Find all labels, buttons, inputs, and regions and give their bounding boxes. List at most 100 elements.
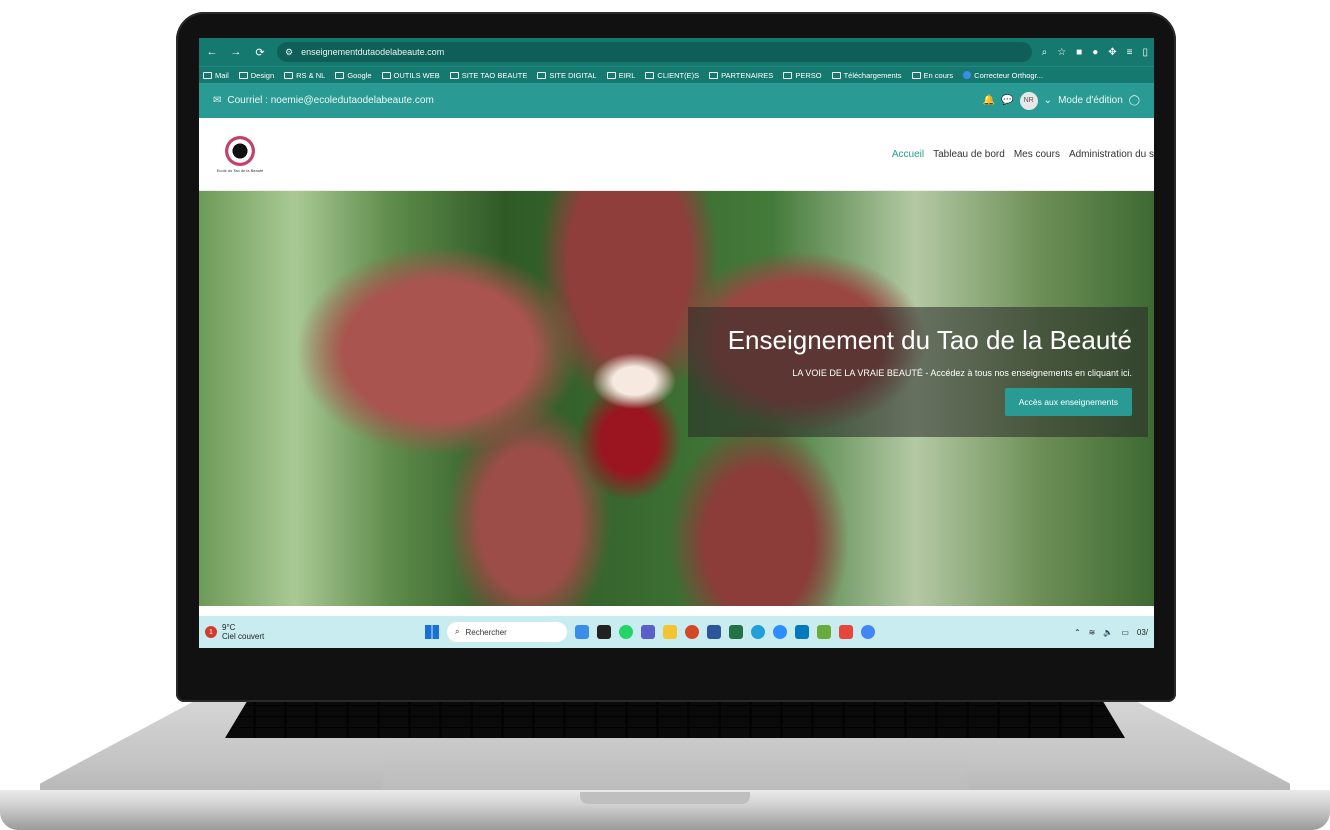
clock-date[interactable]: 03/ — [1137, 628, 1148, 637]
weather-condition: Ciel couvert — [222, 632, 265, 641]
hero-caption-box: Enseignement du Tao de la Beauté LA VOIE… — [688, 307, 1148, 437]
logo-caption: Ecole du Tao de la Beauté — [216, 167, 264, 173]
bookmark-outils-web[interactable]: OUTILS WEB — [381, 71, 440, 80]
laptop-mockup: ← → ⟳ ⚙ enseignementdutaodelabeaute.com … — [0, 0, 1330, 830]
sidepanel-icon[interactable]: ▯ — [1142, 47, 1148, 58]
bookmark-site-digital[interactable]: SITE DIGITAL — [537, 71, 597, 80]
battery-icon[interactable]: ▭ — [1121, 628, 1129, 637]
hero-title: Enseignement du Tao de la Beauté — [727, 325, 1132, 355]
trello-icon[interactable] — [795, 625, 809, 639]
chevron-down-icon[interactable]: ⌄ — [1044, 95, 1052, 106]
folder-icon — [911, 71, 921, 79]
telegram-icon[interactable] — [751, 625, 765, 639]
zoom-icon[interactable]: ⌕ — [1042, 47, 1048, 58]
taskbar-search[interactable]: ⌕ Rechercher — [447, 622, 567, 642]
excel-icon[interactable] — [729, 625, 743, 639]
bookmark-partenaires[interactable]: PARTENAIRES — [709, 71, 773, 80]
volume-icon[interactable]: 🔈 — [1103, 628, 1113, 637]
contact-email[interactable]: ✉ Courriel : noemie@ecoledutaodelabeaute… — [213, 95, 434, 106]
folder-icon — [709, 71, 719, 79]
puzzle-icon[interactable]: ✥ — [1108, 47, 1116, 58]
folder-icon — [203, 71, 212, 79]
folder-icon — [645, 71, 655, 79]
user-avatar[interactable]: NR — [1019, 91, 1038, 110]
bookmark-rs-nl[interactable]: RS & NL — [284, 71, 325, 80]
edit-mode-label[interactable]: Mode d'édition — [1058, 95, 1123, 106]
menu-item-accueil[interactable]: Accueil — [892, 149, 924, 160]
site-settings-icon[interactable]: ⚙ — [285, 47, 293, 58]
bookmark-design[interactable]: Design — [238, 71, 274, 80]
edge-icon — [963, 71, 972, 79]
folder-icon — [238, 71, 248, 79]
bookmark-google[interactable]: Google — [335, 71, 372, 80]
access-teachings-button[interactable]: Accès aux enseignements — [1004, 388, 1132, 416]
browser-toolbar: ← → ⟳ ⚙ enseignementdutaodelabeaute.com … — [199, 38, 1154, 66]
bookmarks-bar: Mail Design RS & NL Google OUTILS WEB SI… — [199, 66, 1154, 83]
bing-icon[interactable] — [575, 625, 589, 639]
laptop-screen: ← → ⟳ ⚙ enseignementdutaodelabeaute.com … — [199, 38, 1154, 648]
envelope-icon: ✉ — [213, 95, 222, 106]
site-logo[interactable]: Ecole du Tao de la Beauté — [216, 135, 264, 173]
bookmark-mail[interactable]: Mail — [203, 71, 229, 80]
whatsapp-icon[interactable] — [619, 625, 633, 639]
laptop-trackpad — [380, 742, 970, 790]
menu-item-mes-cours[interactable]: Mes cours — [1014, 149, 1060, 160]
folder-icon — [831, 71, 841, 79]
messages-icon[interactable]: 💬 — [1001, 95, 1013, 106]
folder-icon — [381, 71, 391, 79]
address-bar[interactable]: ⚙ enseignementdutaodelabeaute.com — [277, 42, 1032, 62]
search-icon: ⌕ — [455, 627, 460, 636]
notification-bell-icon[interactable]: 🔔 — [983, 95, 995, 106]
word-icon[interactable] — [707, 625, 721, 639]
site-navigation: Ecole du Tao de la Beauté Accueil Tablea… — [199, 118, 1154, 191]
reading-list-icon[interactable]: ≡ — [1127, 47, 1133, 58]
yin-yang-logo-icon — [225, 135, 255, 166]
reload-icon[interactable]: ⟳ — [253, 46, 267, 59]
folder-icon — [537, 71, 547, 79]
bookmark-eirl[interactable]: EIRL — [606, 71, 635, 80]
taskbar-apps: ⌕ Rechercher — [425, 622, 1074, 642]
bookmark-en-cours[interactable]: En cours — [911, 71, 953, 80]
system-tray: ⌃ ≋ 🔈 ▭ 03/ — [1074, 628, 1148, 637]
folder-icon — [783, 71, 793, 79]
bookmark-clients[interactable]: CLIENT(E)S — [645, 71, 699, 80]
bookmark-perso[interactable]: PERSO — [783, 71, 822, 80]
snipping-tool-icon[interactable] — [839, 625, 853, 639]
windows-start-icon[interactable] — [425, 625, 439, 639]
bookmark-site-tao[interactable]: SITE TAO BEAUTE — [449, 71, 527, 80]
bookmark-star-icon[interactable]: ☆ — [1057, 47, 1066, 58]
folder-icon — [284, 71, 294, 79]
file-explorer-icon[interactable] — [663, 625, 677, 639]
folder-icon — [606, 71, 616, 79]
bookmark-correcteur[interactable]: Correcteur Orthogr... — [963, 71, 1043, 80]
weather-widget[interactable]: 1 9°C Ciel couvert — [205, 623, 425, 641]
folder-icon — [335, 71, 345, 79]
extension-blue-icon[interactable]: ● — [1092, 47, 1098, 58]
chrome-icon[interactable] — [861, 625, 875, 639]
back-icon[interactable]: ← — [205, 46, 219, 58]
plant-app-icon[interactable] — [817, 625, 831, 639]
wifi-icon[interactable]: ≋ — [1089, 628, 1096, 637]
windows-taskbar: 1 9°C Ciel couvert ⌕ Rechercher ⌃ ≋ 🔈 ▭ … — [199, 616, 1154, 648]
user-controls: 🔔 💬 NR ⌄ Mode d'édition ◯ — [983, 91, 1140, 110]
task-view-icon[interactable] — [597, 625, 611, 639]
zoom-app-icon[interactable] — [773, 625, 787, 639]
extension-icon[interactable]: ■ — [1076, 47, 1082, 58]
hero-banner: Enseignement du Tao de la Beauté LA VOIE… — [199, 191, 1154, 606]
weather-alert-badge: 1 — [205, 626, 217, 638]
laptop-opening-notch — [580, 792, 750, 804]
powerpoint-icon[interactable] — [685, 625, 699, 639]
teams-icon[interactable] — [641, 625, 655, 639]
bookmark-telechargements[interactable]: Téléchargements — [831, 71, 902, 80]
site-top-bar: ✉ Courriel : noemie@ecoledutaodelabeaute… — [199, 83, 1154, 118]
edit-mode-toggle[interactable]: ◯ — [1129, 95, 1140, 106]
chevron-up-icon[interactable]: ⌃ — [1074, 628, 1081, 637]
hero-subtitle: LA VOIE DE LA VRAIE BEAUTÉ - Accédez à t… — [792, 368, 1132, 378]
weather-temperature: 9°C — [222, 623, 236, 632]
menu-item-tableau-de-bord[interactable]: Tableau de bord — [933, 149, 1005, 160]
menu-item-administration[interactable]: Administration du s — [1069, 149, 1154, 160]
forward-icon[interactable]: → — [229, 46, 243, 58]
url-text: enseignementdutaodelabeaute.com — [301, 47, 445, 57]
folder-icon — [449, 71, 459, 79]
main-menu: Accueil Tableau de bord Mes cours Admini… — [892, 149, 1154, 160]
